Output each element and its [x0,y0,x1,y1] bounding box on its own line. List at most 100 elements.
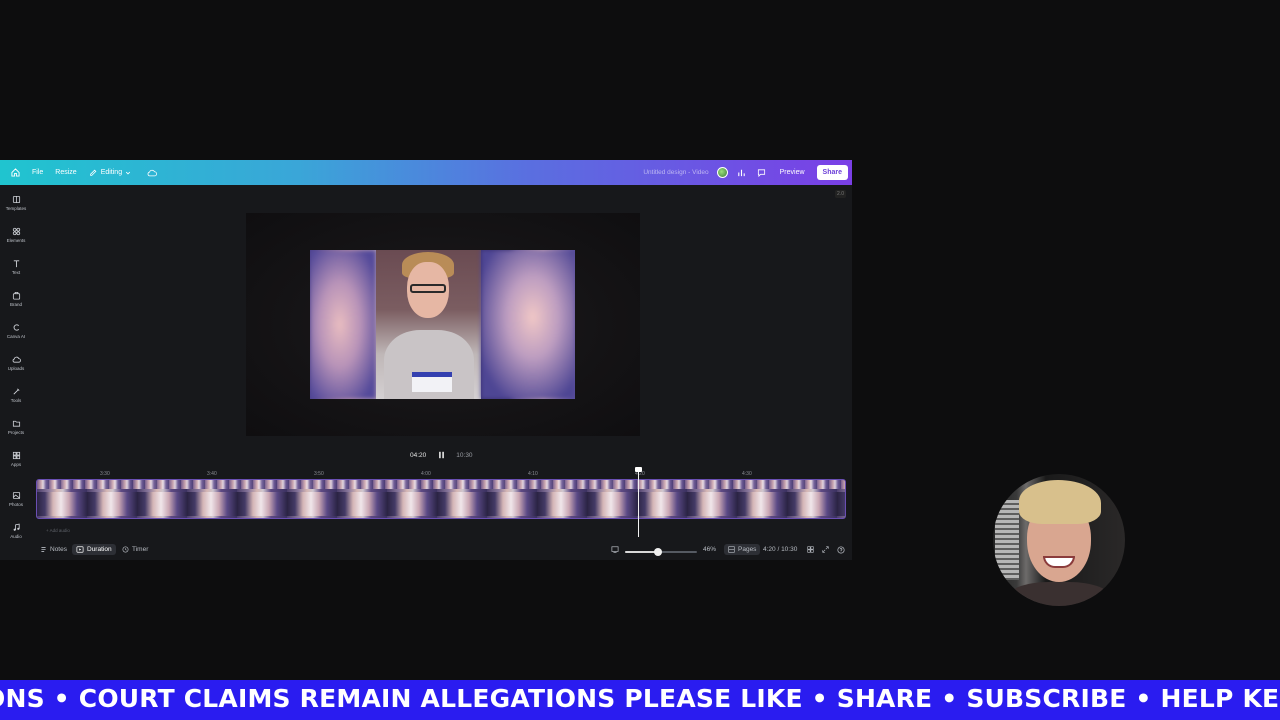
editing-mode-dropdown[interactable]: Editing [89,169,131,177]
left-sidebar: Templates Elements Text Brand Canva AI U… [0,185,34,560]
webcam-overlay [993,474,1125,606]
tools-icon [12,388,20,395]
zoom-slider-handle[interactable] [654,548,663,556]
sidebar-item-label: Apps [10,462,22,467]
presenter-hair [1019,480,1101,524]
sidebar-item-projects[interactable]: Projects [0,419,32,435]
canva-ai-icon [13,324,19,331]
sidebar-item-label: Canva AI [6,334,26,339]
sidebar-item-templates[interactable]: Templates [0,195,32,211]
audio-icon [13,523,20,531]
uploads-icon [12,356,21,363]
video-clip-preview[interactable] [310,250,575,399]
duration-icon [76,546,84,553]
toolbar-right: Untitled design - Video Preview Share [643,160,848,185]
projects-icon [12,420,20,427]
sidebar-item-label: Templates [5,206,27,211]
file-menu-button[interactable]: File [32,169,43,176]
sidebar-item-photos[interactable]: Photos [0,491,32,507]
current-time: 04:20 [410,451,427,459]
pause-icon [438,451,444,459]
screen: File Resize Editing Untitled design - Vi… [0,0,1280,720]
comment-icon[interactable] [756,167,768,179]
timeline-playhead[interactable] [635,467,642,537]
video-track[interactable] [36,479,846,519]
name-badge [412,372,452,392]
timeline-tick: 4:10 [528,471,538,477]
playhead-handle[interactable] [635,467,642,472]
photos-icon [12,491,20,500]
timeline-ruler[interactable]: 3:30 3:40 3:50 4:00 4:10 4:20 4:30 [40,469,840,479]
sidebar-item-brand[interactable]: Brand [0,291,32,307]
glasses-shape [410,284,446,293]
text-icon [13,260,19,268]
notes-button[interactable]: Notes [40,546,67,553]
templates-icon [12,195,20,204]
blurred-hand-left [310,250,376,399]
design-canvas[interactable] [246,213,640,436]
sidebar-item-label: Text [11,270,21,275]
sidebar-item-label: Photos [8,502,23,507]
pages-icon [728,546,735,553]
cloud-save-icon[interactable] [147,169,158,177]
sidebar-item-label: Uploads [7,366,25,371]
timer-label: Timer [132,546,149,553]
elements-icon [12,227,20,236]
zoom-percent[interactable]: 46% [703,546,716,553]
blurred-hand-right [481,250,575,399]
sidebar-item-canva-ai[interactable]: Canva AI [0,323,32,339]
zoom-slider[interactable] [625,548,697,556]
sidebar-item-tools[interactable]: Tools [0,387,32,403]
fullscreen-icon[interactable] [822,546,832,553]
sidebar-item-label: Projects [7,430,25,435]
top-toolbar: File Resize Editing Untitled design - Vi… [0,160,852,185]
presenter-shirt [1007,582,1111,606]
sidebar-item-text[interactable]: Text [0,259,32,275]
brand-icon [12,291,20,300]
editing-label: Editing [100,169,123,176]
pages-button[interactable]: Pages [724,544,761,555]
timeline-tick: 4:30 [742,471,752,477]
chevron-down-icon [125,171,131,174]
sidebar-item-uploads[interactable]: Uploads [0,355,32,371]
notes-label: Notes [50,546,67,553]
pencil-icon [89,169,97,176]
sidebar-item-label: Elements [6,238,26,243]
duration-button[interactable]: Duration [72,544,116,555]
document-title[interactable]: Untitled design - Video [643,169,708,176]
analytics-icon[interactable] [736,167,748,179]
add-audio-button[interactable]: + Add audio [46,528,70,533]
sidebar-item-label: Brand [9,302,22,307]
window-blinds [995,500,1019,580]
pause-button[interactable] [434,448,448,462]
sidebar-item-audio[interactable]: Audio [0,523,32,539]
sidebar-item-label: Tools [10,398,22,403]
ticker-text: ONS • COURT CLAIMS REMAIN ALLEGATIONS PL… [0,684,1280,713]
home-icon[interactable] [11,168,20,177]
pages-label: Pages [738,546,757,553]
preview-button[interactable]: Preview [776,166,809,179]
sidebar-item-apps[interactable]: Apps [0,451,32,467]
sidebar-item-label: Audio [10,534,22,539]
bottom-bar: Notes Duration Timer 46% Pages 4:20 / 10… [0,544,852,560]
help-icon[interactable] [837,546,848,554]
resize-button[interactable]: Resize [55,169,76,176]
share-button[interactable]: Share [816,165,848,180]
track-filmstrip [37,492,845,516]
video-subject-photo [376,250,481,399]
sidebar-item-elements[interactable]: Elements [0,227,32,243]
news-ticker: ONS • COURT CLAIMS REMAIN ALLEGATIONS PL… [0,680,1280,720]
user-avatar[interactable] [716,167,728,178]
apps-icon [12,451,20,460]
canva-editor-window: File Resize Editing Untitled design - Vi… [0,160,852,560]
notes-icon [41,546,46,553]
timeline-tick: 3:40 [207,471,217,477]
version-badge: 2.0 [835,190,846,198]
timer-icon [122,546,129,553]
timer-button[interactable]: Timer [122,546,148,553]
fit-view-icon[interactable] [611,546,622,553]
timeline-tick: 3:30 [100,471,110,477]
grid-view-icon[interactable] [807,546,817,553]
total-time: 10:30 [456,451,473,459]
timeline-tick: 4:00 [421,471,431,477]
